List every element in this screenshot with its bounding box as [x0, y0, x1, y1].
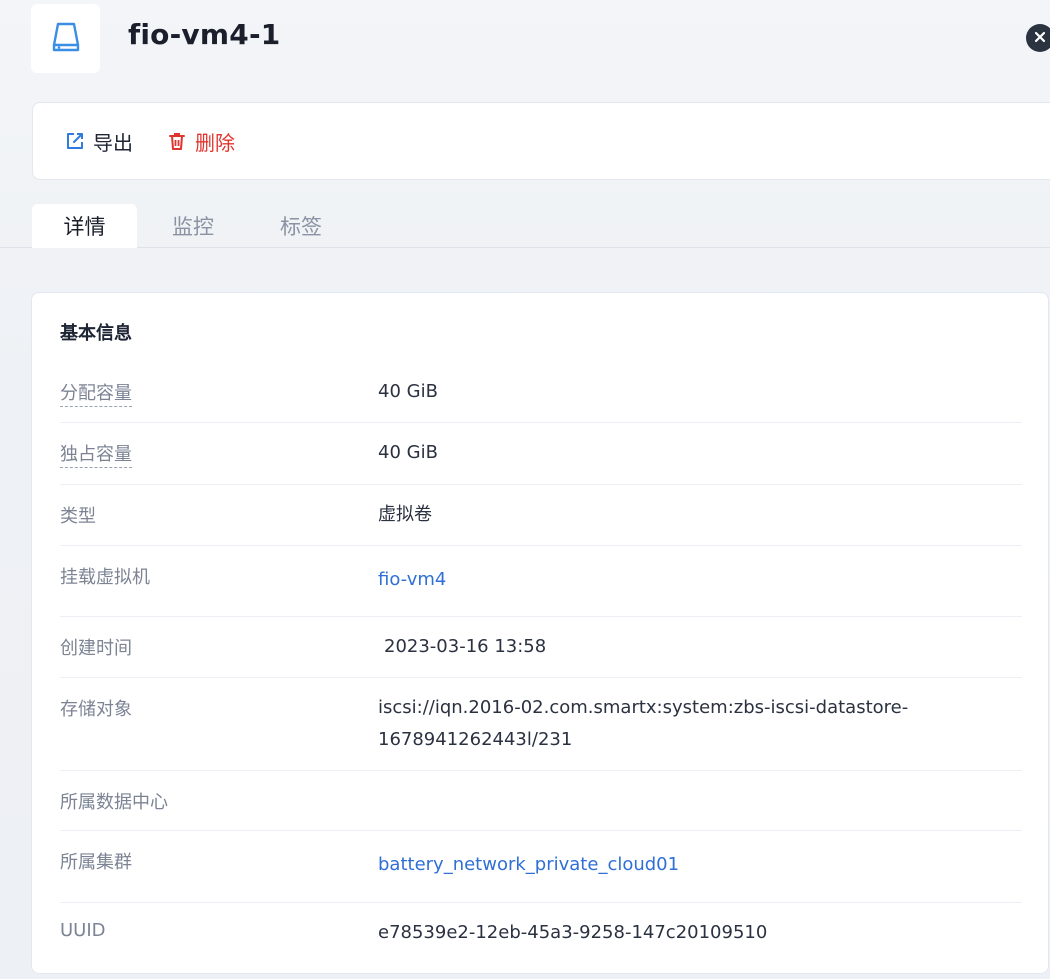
- info-label: 所属数据中心: [60, 792, 168, 813]
- close-icon: [1033, 29, 1047, 48]
- delete-label: 删除: [195, 130, 235, 155]
- info-row-cluster: 所属集群 battery_network_private_cloud01: [60, 831, 1022, 903]
- info-value: 40 GiB: [378, 381, 438, 402]
- info-label: 类型: [60, 506, 96, 527]
- info-label: UUID: [60, 920, 106, 941]
- info-label: 挂载虚拟机: [60, 567, 150, 588]
- info-row-storage-object: 存储对象 iscsi://iqn.2016-02.com.smartx:syst…: [60, 678, 1022, 771]
- info-value: 2023-03-16 13:58: [384, 636, 547, 657]
- trash-icon: [167, 131, 187, 151]
- basic-info-card: 基本信息 分配容量 40 GiB 独占容量 40 GiB 类型 虚拟卷 挂载虚拟…: [31, 292, 1049, 974]
- page-title: fio-vm4-1: [128, 18, 281, 51]
- external-link-icon: [65, 131, 85, 151]
- info-label: 所属集群: [60, 852, 132, 873]
- section-title: 基本信息: [60, 323, 132, 344]
- volume-detail-panel: fio-vm4-1 导出 删除 详情 监控 标签 基本信息 分配容量 40 Gi…: [0, 0, 1050, 979]
- tab-labels[interactable]: 标签: [258, 204, 344, 248]
- info-row-exclusive-capacity: 独占容量 40 GiB: [60, 423, 1022, 485]
- delete-button[interactable]: 删除: [167, 127, 235, 156]
- action-toolbar: 导出 删除: [32, 102, 1050, 180]
- mounted-vm-link[interactable]: fio-vm4: [378, 564, 446, 596]
- info-label: 创建时间: [60, 638, 132, 659]
- info-row-allocated-capacity: 分配容量 40 GiB: [60, 361, 1022, 423]
- info-row-created-time: 创建时间 2023-03-16 13:58: [60, 617, 1022, 678]
- cluster-link[interactable]: battery_network_private_cloud01: [378, 849, 679, 881]
- info-row-uuid: UUID e78539e2-12eb-45a3-9258-147c2010951…: [60, 903, 1022, 969]
- export-button[interactable]: 导出: [65, 127, 133, 156]
- close-button[interactable]: [1026, 24, 1050, 52]
- info-value: 虚拟卷: [378, 504, 432, 525]
- volume-icon-tile: [31, 4, 100, 73]
- info-value-line2: 1678941262443l/231: [378, 729, 573, 750]
- info-label: 存储对象: [60, 699, 132, 720]
- info-row-datacenter: 所属数据中心: [60, 771, 1022, 831]
- export-label: 导出: [93, 130, 133, 155]
- tab-monitoring[interactable]: 监控: [150, 204, 236, 248]
- info-row-mounted-vm: 挂载虚拟机 fio-vm4: [60, 546, 1022, 617]
- disk-icon: [48, 19, 84, 59]
- info-value: e78539e2-12eb-45a3-9258-147c20109510: [378, 922, 768, 943]
- info-row-type: 类型 虚拟卷: [60, 485, 1022, 546]
- tab-bar: 详情 监控 标签: [0, 204, 1050, 248]
- detail-header: fio-vm4-1: [0, 0, 1050, 80]
- info-label[interactable]: 独占容量: [60, 440, 132, 468]
- tab-details[interactable]: 详情: [32, 204, 137, 248]
- info-value: 40 GiB: [378, 442, 438, 463]
- info-value-line1: iscsi://iqn.2016-02.com.smartx:system:zb…: [378, 697, 909, 718]
- info-label[interactable]: 分配容量: [60, 379, 132, 407]
